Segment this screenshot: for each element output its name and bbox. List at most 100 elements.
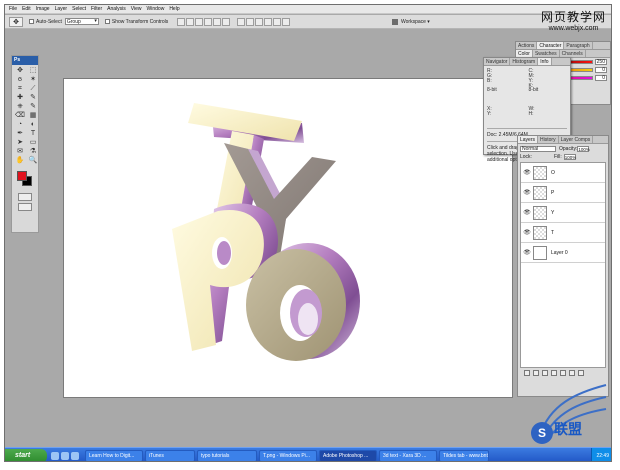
distribute-left-icon[interactable] [264, 17, 273, 26]
opacity-field[interactable]: 100% [577, 146, 590, 152]
quick-launch-ie-icon[interactable] [51, 451, 59, 460]
distribute-right-icon[interactable] [282, 17, 291, 26]
menu-select[interactable]: Select [72, 6, 86, 12]
tab-history[interactable]: History [538, 136, 559, 143]
visibility-eye-icon[interactable]: 👁 [523, 249, 531, 257]
task-typo-tutorials[interactable]: typo tutorials [197, 449, 257, 461]
tab-layers[interactable]: Layers [518, 136, 539, 143]
menu-image[interactable]: Image [36, 6, 50, 12]
info-rgb: R: G: B: [487, 68, 493, 84]
fill-field[interactable]: 100% [563, 154, 576, 160]
align-bottom-icon[interactable] [195, 17, 204, 26]
lasso-icon[interactable]: ϭ [14, 76, 26, 84]
distribute-buttons [237, 17, 291, 26]
visibility-eye-icon[interactable]: 👁 [523, 189, 531, 197]
marquee-icon[interactable]: ⬚ [27, 67, 39, 75]
layer-row[interactable]: 👁 Y [521, 203, 605, 223]
distribute-bottom-icon[interactable] [255, 17, 264, 26]
align-top-icon[interactable] [177, 17, 186, 26]
visibility-eye-icon[interactable]: 👁 [523, 169, 531, 177]
distribute-top-icon[interactable] [237, 17, 246, 26]
auto-select-target-select[interactable]: Group [64, 18, 99, 25]
layer-name: T [551, 229, 555, 236]
move-icon[interactable]: ✥ [14, 67, 26, 75]
menu-edit[interactable]: Edit [22, 6, 31, 12]
gradient-icon[interactable]: ▦ [27, 112, 39, 120]
layer-row[interactable]: 👁 O [521, 163, 605, 183]
align-right-icon[interactable] [222, 17, 231, 26]
task-photoshop[interactable]: Adobe Photoshop ... [319, 449, 377, 461]
tab-color[interactable]: Color [516, 50, 533, 57]
task-xara[interactable]: 3d text - Xara 3D ... [379, 449, 437, 461]
visibility-eye-icon[interactable]: 👁 [523, 209, 531, 217]
magic-wand-icon[interactable]: ✶ [27, 76, 39, 84]
tab-histogram[interactable]: Histogram [510, 58, 539, 65]
tab-navigator[interactable]: Navigator [484, 58, 511, 65]
task-tildes[interactable]: Tildes tab - www.bnt... [439, 449, 489, 461]
heal-icon[interactable]: ✚ [14, 94, 26, 102]
green-value[interactable]: 0 [595, 67, 607, 73]
foreground-color-swatch[interactable] [17, 171, 27, 181]
document-canvas[interactable] [63, 78, 513, 398]
auto-select-checkbox[interactable] [29, 19, 34, 24]
start-button[interactable]: start [5, 448, 47, 461]
workspace-button[interactable]: Workspace ▾ [389, 18, 433, 26]
pen-icon[interactable]: ✒ [14, 130, 26, 138]
red-value[interactable]: 250 [595, 59, 607, 65]
tab-paragraph[interactable]: Paragraph [564, 42, 593, 49]
crop-icon[interactable]: ⌗ [14, 85, 26, 93]
tab-layer-comps[interactable]: Layer Comps [559, 136, 594, 143]
quick-launch-media-icon[interactable] [71, 451, 79, 460]
menu-help[interactable]: Help [169, 6, 179, 12]
path-select-icon[interactable]: ➤ [14, 139, 26, 147]
eraser-icon[interactable]: ⌫ [14, 112, 26, 120]
layer-row[interactable]: 👁 T [521, 223, 605, 243]
hand-icon[interactable]: ✋ [14, 157, 26, 165]
stamp-icon[interactable]: ⎈ [14, 103, 26, 111]
blend-mode-select[interactable]: Normal [520, 146, 556, 152]
toolbox-title[interactable]: Ps [12, 56, 38, 65]
layer-row[interactable]: 👁 P [521, 183, 605, 203]
shape-icon[interactable]: ▭ [27, 139, 39, 147]
blue-value[interactable]: 0 [595, 75, 607, 81]
distribute-middle-icon[interactable] [246, 17, 255, 26]
slice-icon[interactable]: ⟋ [27, 85, 39, 93]
lock-label: Lock: [520, 154, 532, 160]
menu-layer[interactable]: Layer [55, 6, 68, 12]
type-icon[interactable]: T [27, 130, 39, 138]
tab-channels[interactable]: Channels [560, 50, 586, 57]
align-center-icon[interactable] [213, 17, 222, 26]
dodge-icon[interactable]: ◐ [27, 121, 39, 129]
task-itunes[interactable]: iTunes [145, 449, 195, 461]
align-left-icon[interactable] [204, 17, 213, 26]
menu-file[interactable]: File [9, 6, 17, 12]
eyedropper-icon[interactable]: ⚗ [27, 148, 39, 156]
align-middle-icon[interactable] [186, 17, 195, 26]
blur-icon[interactable]: ◔ [14, 121, 26, 129]
task-learn-how[interactable]: Learn How to Digit... [85, 449, 143, 461]
tab-character[interactable]: Character [537, 42, 565, 49]
tab-info[interactable]: Info [538, 58, 552, 65]
notes-icon[interactable]: ✉ [14, 148, 26, 156]
tab-actions[interactable]: Actions [516, 42, 538, 49]
show-transform-checkbox[interactable] [104, 19, 110, 24]
menu-filter[interactable]: Filter [91, 6, 102, 12]
quick-mask-button[interactable] [18, 193, 32, 201]
layer-row[interactable]: 👁 Layer 0 [521, 243, 605, 263]
layer-name: P [551, 189, 555, 196]
menu-window[interactable]: Window [147, 6, 165, 12]
quick-launch-desktop-icon[interactable] [61, 451, 69, 460]
brush-icon[interactable]: ✎ [27, 94, 39, 102]
screen-mode-button[interactable] [18, 203, 32, 211]
zoom-icon[interactable]: 🔍 [27, 157, 39, 165]
tab-swatches[interactable]: Swatches [533, 50, 560, 57]
menu-analysis[interactable]: Analysis [107, 6, 126, 12]
task-windows-picture[interactable]: T.png - Windows Pi... [259, 449, 317, 461]
layer-thumbnail [533, 205, 547, 220]
visibility-eye-icon[interactable]: 👁 [523, 229, 531, 237]
info-cmyk: C: M: Y: K: [528, 68, 535, 89]
move-tool-preset-icon[interactable]: ✥ [9, 16, 23, 27]
history-brush-icon[interactable]: ✎ [27, 103, 39, 111]
menu-view[interactable]: View [131, 6, 142, 12]
distribute-center-icon[interactable] [273, 17, 282, 26]
